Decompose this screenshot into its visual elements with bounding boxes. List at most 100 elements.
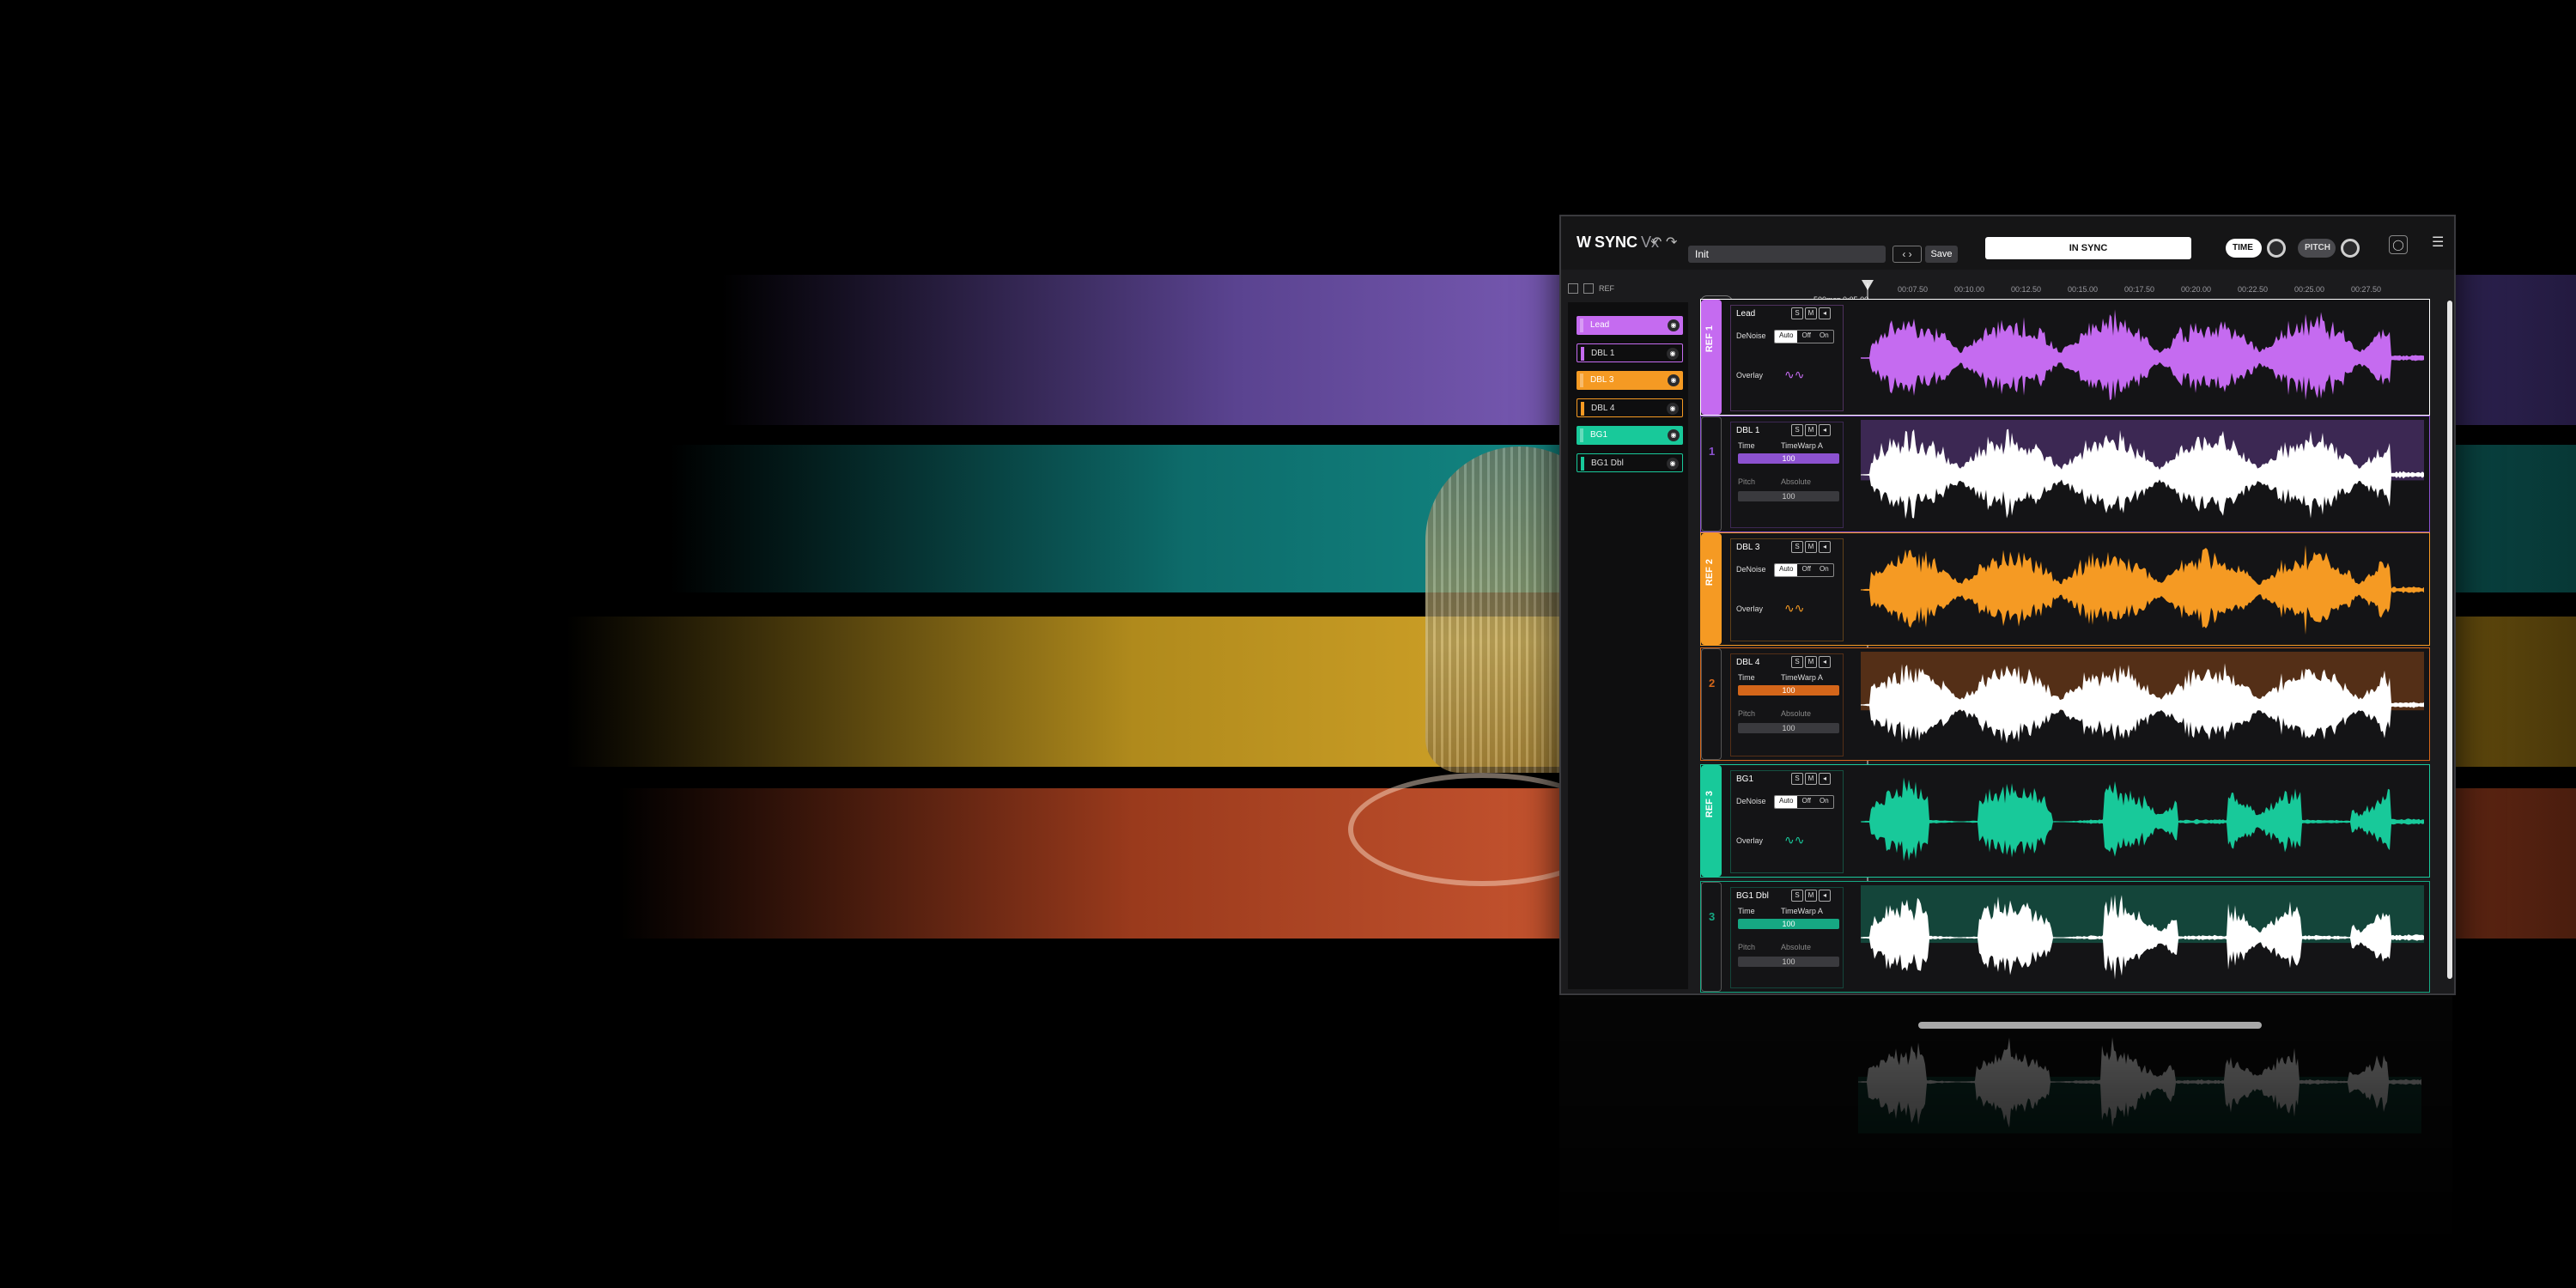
dub-tab[interactable]: 3 — [1701, 882, 1722, 992]
speaker-icon[interactable]: ◂ — [1819, 773, 1831, 785]
pitch-mode-dropdown[interactable]: Absolute — [1781, 709, 1811, 718]
solo-button[interactable]: S — [1791, 307, 1803, 319]
pitch-amount-slider[interactable]: 100 — [1738, 723, 1839, 733]
menu-icon[interactable]: ☰ — [2432, 234, 2444, 251]
sidebar-item[interactable]: Lead ◉ — [1577, 316, 1683, 335]
reflection-content — [1559, 996, 2452, 1288]
eye-icon[interactable]: ◉ — [1667, 348, 1679, 360]
timeline-tick: 00:20.00 — [2181, 285, 2212, 294]
time-mode-dropdown[interactable]: TimeWarp A — [1781, 907, 1823, 915]
pitch-amount-slider[interactable]: 100 — [1738, 957, 1839, 967]
mute-button[interactable]: M — [1805, 773, 1817, 785]
sidebar-item-label: BG1 Dbl — [1591, 459, 1624, 468]
time-amount-slider[interactable]: 100 — [1738, 453, 1839, 464]
eye-icon[interactable]: ◉ — [1667, 458, 1679, 470]
time-mode-dropdown[interactable]: TimeWarp A — [1781, 441, 1823, 450]
speaker-icon[interactable]: ◂ — [1819, 541, 1831, 553]
dub-tab[interactable]: 1 — [1701, 416, 1722, 532]
time-amount-slider[interactable]: 100 — [1738, 919, 1839, 929]
mute-button[interactable]: M — [1805, 307, 1817, 319]
track-name: BG1 Dbl — [1736, 891, 1769, 901]
ref-tab[interactable]: REF 1 — [1701, 300, 1722, 415]
solo-button[interactable]: S — [1791, 424, 1803, 436]
mute-button[interactable]: M — [1805, 656, 1817, 668]
dub-tab[interactable]: 2 — [1701, 648, 1722, 760]
sidebar-item-label: BG1 — [1590, 430, 1608, 440]
pitch-toggle[interactable]: PITCH — [2298, 239, 2336, 258]
sidebar-item[interactable]: DBL 4 ◉ — [1577, 398, 1683, 417]
denoise-option[interactable]: On — [1815, 331, 1833, 343]
speaker-icon[interactable]: ◂ — [1819, 890, 1831, 902]
waveform[interactable] — [1861, 303, 2427, 411]
denoise-selector[interactable]: Auto Off On — [1774, 330, 1834, 343]
waveform[interactable] — [1861, 652, 2427, 756]
track-dub: 3 BG1 Dbl S M ◂ Time TimeWarp A 100 Pitch Absolut… — [1700, 881, 2430, 993]
save-button[interactable]: Save — [1925, 246, 1958, 263]
preset-name-field[interactable]: Init — [1688, 246, 1886, 263]
waveform[interactable] — [1861, 537, 2427, 641]
sidebar-item[interactable]: DBL 3 ◉ — [1577, 371, 1683, 390]
select-all-checkbox[interactable] — [1568, 283, 1578, 294]
waveform[interactable] — [1861, 420, 2427, 528]
sidebar-item-label: DBL 3 — [1590, 375, 1614, 385]
undo-icon[interactable]: ↶ — [1650, 234, 1662, 251]
eye-icon[interactable]: ◉ — [1668, 319, 1680, 331]
eye-icon[interactable]: ◉ — [1668, 429, 1680, 441]
pitch-amount-slider[interactable]: 100 — [1738, 491, 1839, 501]
sidebar-item[interactable]: BG1 Dbl ◉ — [1577, 453, 1683, 472]
denoise-option[interactable]: On — [1815, 564, 1833, 576]
timeline-tick: 00:17.50 — [2124, 285, 2155, 294]
ref-tab[interactable]: REF 2 — [1701, 533, 1722, 645]
in-sync-button[interactable]: IN SYNC — [1985, 237, 2191, 259]
mute-button[interactable]: M — [1805, 541, 1817, 553]
waveform[interactable] — [1861, 769, 2427, 873]
denoise-option[interactable]: Auto — [1775, 796, 1798, 808]
track-name: DBL 4 — [1736, 658, 1760, 667]
timeline-tick: 00:12.50 — [2011, 285, 2042, 294]
denoise-selector[interactable]: Auto Off On — [1774, 795, 1834, 809]
overlay-wave-icon[interactable]: ∿∿ — [1784, 601, 1804, 616]
speaker-icon[interactable]: ◂ — [1819, 656, 1831, 668]
solo-button[interactable]: S — [1791, 541, 1803, 553]
vertical-scrollbar[interactable] — [2447, 301, 2452, 979]
denoise-option[interactable]: Off — [1797, 564, 1815, 576]
sidebar-item-color — [1581, 347, 1584, 361]
time-label: Time — [1738, 907, 1755, 915]
denoise-selector[interactable]: Auto Off On — [1774, 563, 1834, 577]
overlay-wave-icon[interactable]: ∿∿ — [1784, 368, 1804, 382]
eye-icon[interactable]: ◉ — [1668, 374, 1680, 386]
sync-vx-logo: W SYNC Vx — [1577, 234, 1659, 252]
timeline-tick: 00:07.50 — [1898, 285, 1929, 294]
ref-tab[interactable]: REF 3 — [1701, 765, 1722, 877]
speaker-icon[interactable]: ◂ — [1819, 424, 1831, 436]
time-amount-slider[interactable]: 100 — [1738, 685, 1839, 696]
denoise-option[interactable]: On — [1815, 796, 1833, 808]
sidebar-item[interactable]: BG1 ◉ — [1577, 426, 1683, 445]
sidebar-item[interactable]: DBL 1 ◉ — [1577, 343, 1683, 362]
solo-button[interactable]: S — [1791, 656, 1803, 668]
preset-nav-arrows[interactable]: ‹ › — [1893, 246, 1922, 263]
time-knob[interactable] — [2267, 239, 2286, 258]
waveform[interactable] — [1861, 885, 2427, 988]
denoise-option[interactable]: Off — [1797, 331, 1815, 343]
denoise-option[interactable]: Off — [1797, 796, 1815, 808]
pitch-knob[interactable] — [2341, 239, 2360, 258]
denoise-option[interactable]: Auto — [1775, 331, 1798, 343]
solo-button[interactable]: S — [1791, 890, 1803, 902]
time-toggle[interactable]: TIME — [2226, 239, 2262, 258]
solo-button[interactable]: S — [1791, 773, 1803, 785]
track-name: DBL 1 — [1736, 426, 1760, 435]
ref-toggle-icon[interactable] — [1583, 283, 1594, 294]
overlay-wave-icon[interactable]: ∿∿ — [1784, 833, 1804, 848]
denoise-option[interactable]: Auto — [1775, 564, 1798, 576]
pitch-mode-dropdown[interactable]: Absolute — [1781, 477, 1811, 486]
time-mode-dropdown[interactable]: TimeWarp A — [1781, 673, 1823, 682]
pitch-mode-dropdown[interactable]: Absolute — [1781, 943, 1811, 951]
speaker-icon[interactable]: ◂ — [1819, 307, 1831, 319]
mute-button[interactable]: M — [1805, 890, 1817, 902]
mute-button[interactable]: M — [1805, 424, 1817, 436]
eye-icon[interactable]: ◉ — [1667, 403, 1679, 415]
settings-icon[interactable]: ◯ — [2389, 235, 2408, 254]
redo-icon[interactable]: ↷ — [1666, 234, 1677, 251]
waveform-svg — [1858, 1036, 2421, 1133]
